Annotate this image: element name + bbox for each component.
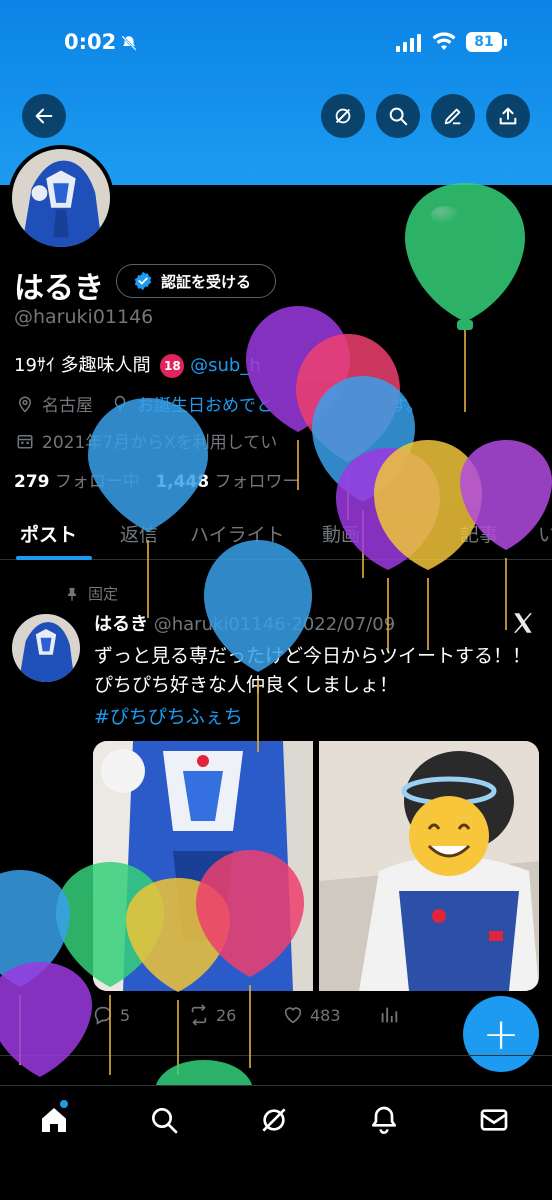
tab-posts[interactable]: ポスト [20, 520, 77, 547]
followers-link[interactable]: 1,448 フォロワー [155, 472, 299, 492]
tab-photos[interactable]: 像 [400, 520, 419, 547]
grok-icon [262, 1108, 286, 1132]
grok-icon [335, 108, 351, 124]
repost-button[interactable]: 26 [188, 1004, 236, 1026]
post-image-2-art [319, 741, 539, 991]
bottom-navigation [0, 1085, 552, 1200]
post-header: はるき @haruki01146·2022/07/09 [94, 614, 396, 635]
status-bar: 0:02 81 [0, 30, 552, 60]
profile-location: 名古屋 [42, 396, 93, 416]
compose-post-button[interactable]: + [463, 996, 539, 1072]
active-tab-indicator [16, 556, 92, 560]
like-count: 483 [310, 1005, 341, 1025]
balloon [0, 870, 70, 1065]
tab-articles[interactable]: 記事 [460, 520, 498, 547]
calendar-icon [17, 434, 33, 448]
search-icon [389, 107, 408, 126]
profile-name: はるき [14, 271, 104, 306]
bell-icon [372, 1106, 396, 1134]
post-date[interactable]: 2022/07/09 [291, 614, 395, 635]
cellular-signal-icon [396, 34, 421, 52]
balloon-icon [114, 395, 126, 411]
post-actions: 5 26 483 [92, 1004, 432, 1032]
repost-icon [191, 1004, 207, 1026]
bell-off-icon [121, 35, 137, 51]
views-icon [381, 1007, 398, 1023]
arrow-left-icon [35, 108, 53, 124]
get-verified-button[interactable]: 認証を受ける [116, 264, 276, 298]
battery-cap [504, 39, 507, 46]
tab-replies[interactable]: 返信 [120, 520, 158, 547]
balloon [405, 183, 525, 412]
balloon [296, 334, 400, 520]
post-image-1-art [93, 741, 313, 991]
mail-icon [480, 1109, 508, 1131]
r18-badge: 18 [160, 354, 185, 378]
profile-bio: 19ｻｲ 多趣味人間 18 @sub_h [14, 351, 261, 378]
post-image-1[interactable] [93, 741, 313, 991]
profile-meta-row: 名古屋 お誕生日おめでと す。 [16, 391, 423, 416]
status-time: 0:02 [64, 30, 117, 54]
battery-indicator: 81 [466, 32, 502, 52]
post-avatar-image [12, 614, 80, 682]
reply-count: 5 [120, 1005, 131, 1025]
tab-highlights[interactable]: ハイライト [190, 520, 285, 547]
joined-date: 2021年7月からXを利用してい [42, 433, 278, 453]
tab-likes[interactable]: い [538, 520, 552, 547]
post-author-handle[interactable]: @haruki01146 [154, 614, 286, 635]
verify-label: 認証を受ける [161, 272, 252, 291]
post-divider [0, 1055, 552, 1056]
heart-icon [284, 1007, 302, 1024]
wifi-icon [432, 32, 456, 50]
nav-home[interactable] [38, 1104, 70, 1136]
pinned-label: 固定 [64, 583, 118, 604]
like-button[interactable]: 483 [282, 1004, 341, 1026]
back-button[interactable] [22, 94, 66, 138]
post-text: ずっと見る専だったけど今日からツイートする！！ぴちぴち好きな人仲良くしましょ！ [94, 645, 532, 696]
profile-handle: @haruki01146 [14, 306, 154, 328]
nav-search[interactable] [148, 1104, 180, 1136]
following-link[interactable]: 279 フォロー中 [14, 472, 140, 492]
joined-row: 2021年7月からXを利用してい [16, 428, 277, 453]
search-button[interactable] [376, 94, 420, 138]
reply-button[interactable]: 5 [92, 1004, 130, 1026]
nav-messages[interactable] [478, 1104, 510, 1136]
birthday-text: お誕生日おめでと [137, 396, 273, 416]
repost-count: 26 [216, 1005, 237, 1025]
bio-mention-link[interactable]: @sub_h [190, 355, 261, 376]
bio-text: 19ｻｲ 多趣味人間 [14, 355, 151, 376]
tab-videos[interactable]: 動画 [322, 520, 360, 547]
avatar-image [12, 149, 110, 247]
post-avatar[interactable] [12, 614, 80, 682]
balloon [156, 1060, 252, 1085]
profile-avatar[interactable] [8, 145, 114, 251]
post-author-name[interactable]: はるき [94, 614, 148, 635]
grok-button[interactable] [321, 94, 365, 138]
reply-icon [94, 1006, 112, 1025]
follow-counts: 279 フォロー中 1,448 フォロワー [14, 467, 300, 492]
home-icon [42, 1108, 66, 1132]
views-button[interactable] [378, 1004, 400, 1026]
share-icon [499, 107, 517, 125]
edit-button[interactable] [431, 94, 475, 138]
x-logo-icon [514, 613, 532, 633]
edit-icon [444, 108, 461, 125]
pin-icon [68, 587, 76, 601]
search-icon [152, 1108, 178, 1134]
post-image-2[interactable] [319, 741, 539, 991]
nav-grok[interactable] [258, 1104, 290, 1136]
share-button[interactable] [486, 94, 530, 138]
verified-badge-icon [134, 271, 152, 291]
post-hashtag-link[interactable]: #ぴちぴちふぇち [94, 702, 243, 729]
birthday-text-tail: す。 [391, 396, 424, 416]
location-pin-icon [18, 396, 32, 413]
profile-tabs: ポスト 返信 ハイライト 動画 像 記事 い [0, 512, 552, 560]
home-notification-dot [60, 1100, 68, 1108]
nav-notifications[interactable] [368, 1104, 400, 1136]
